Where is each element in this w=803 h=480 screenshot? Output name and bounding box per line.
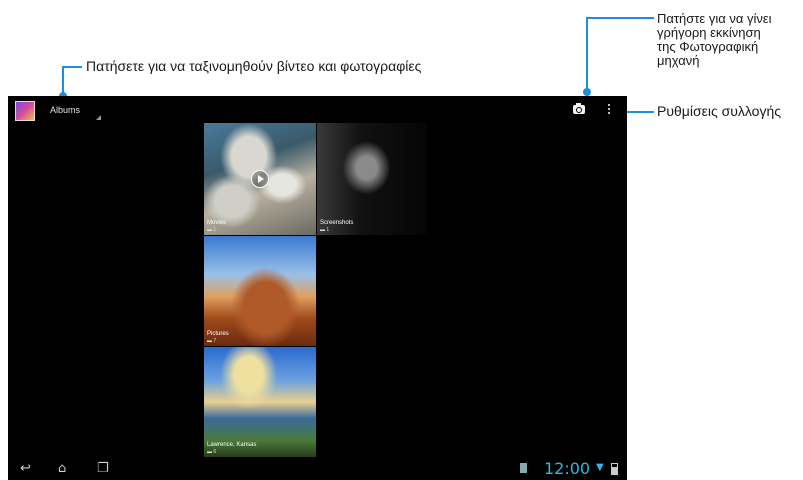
callout-sort-label: Πατήσετε για να ταξινομηθούν βίντεο και …	[86, 58, 422, 74]
album-title: Pictures	[207, 331, 229, 337]
callout-camera-line-h	[586, 17, 654, 19]
home-icon[interactable]: ⌂	[58, 461, 66, 476]
album-tile-lawrence-kansas[interactable]: Lawrence, Kansas ▬ 6	[204, 347, 316, 457]
callout-camera-line-4: μηχανή	[657, 53, 700, 68]
gallery-screen: Albums Movies ▬ 1 Screenshots ▬ 1 Pictur…	[8, 96, 627, 480]
callout-settings-label: Ρυθμίσεις συλλογής	[657, 103, 781, 119]
album-title: Screenshots	[320, 220, 354, 226]
play-icon	[251, 170, 269, 188]
status-clock: 12:00	[544, 459, 591, 478]
album-count: ▬ 6	[207, 449, 217, 455]
dropdown-indicator-icon[interactable]	[96, 115, 101, 120]
album-count: ▬ 1	[207, 227, 217, 233]
album-tile-screenshots[interactable]: Screenshots ▬ 1	[317, 123, 427, 235]
callout-camera-line-v	[586, 17, 588, 91]
callout-camera-line-1: Πατήστε για να γίνει	[657, 11, 772, 26]
sd-card-icon	[520, 463, 527, 473]
overflow-menu-icon[interactable]	[608, 104, 611, 116]
back-icon[interactable]: ↩	[20, 461, 31, 476]
album-title: Movies	[207, 220, 227, 226]
camera-icon[interactable]	[573, 103, 585, 114]
callout-camera-label: Πατήστε για να γίνει γρήγορη εκκίνηση τη…	[657, 12, 803, 68]
callout-settings-line	[624, 111, 654, 113]
album-tile-pictures[interactable]: Pictures ▬ 7	[204, 236, 316, 346]
wifi-icon: ▼	[596, 462, 604, 473]
callout-camera-line-2: γρήγορη εκκίνηση	[657, 25, 761, 40]
albums-dropdown[interactable]: Albums	[50, 105, 80, 115]
gallery-app-icon[interactable]	[15, 101, 35, 121]
album-count: ▬ 7	[207, 338, 217, 344]
recent-apps-icon[interactable]: ❐	[97, 461, 109, 476]
system-nav-bar: ↩ ⌂ ❐ 12:00 ▼	[8, 456, 627, 480]
album-count: ▬ 1	[320, 227, 330, 233]
battery-icon	[611, 463, 618, 475]
callout-camera-line-3: της Φωτογραφική	[657, 39, 759, 54]
album-tile-movies[interactable]: Movies ▬ 1	[204, 123, 316, 235]
action-bar: Albums	[8, 96, 627, 124]
callout-sort-line-h	[62, 66, 82, 68]
callout-camera-dot	[583, 88, 591, 96]
album-title: Lawrence, Kansas	[207, 442, 257, 448]
